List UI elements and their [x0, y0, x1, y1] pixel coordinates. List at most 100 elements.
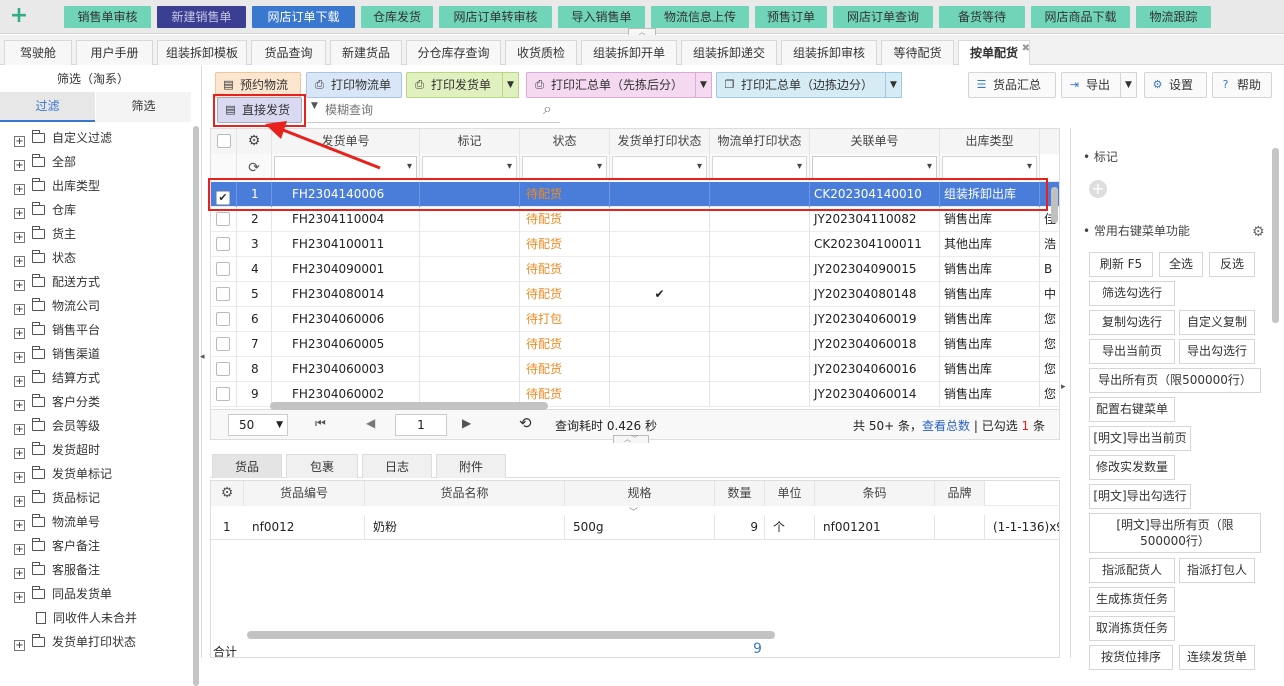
module-online-order-query[interactable]: 网店订单查询: [833, 6, 933, 28]
expand-icon[interactable]: +: [14, 448, 25, 459]
row-checkbox[interactable]: [216, 237, 230, 251]
table-horizontal-scrollbar[interactable]: [270, 402, 548, 410]
sidebar-scrollbar[interactable]: [193, 126, 199, 686]
table-row[interactable]: 4 FH2304090001 待配货 JY202304090015 销售出库 B: [211, 257, 1059, 282]
tab-new-goods[interactable]: 新建货品: [330, 40, 402, 65]
module-online-order-to-review[interactable]: 网店订单转审核: [439, 6, 552, 28]
sidebar-item[interactable]: + 结算方式: [0, 366, 190, 390]
expand-icon[interactable]: +: [14, 304, 25, 315]
context-menu-button[interactable]: 指派打包人: [1179, 558, 1255, 583]
context-menu-button[interactable]: 自定义复制: [1179, 310, 1255, 335]
detail-column-settings-icon[interactable]: ⚙: [211, 481, 244, 506]
print-summary-pick-first-button[interactable]: ⎙ 打印汇总单（先拣后分） ▼: [526, 72, 712, 98]
detail-col-qty[interactable]: 数量: [715, 481, 765, 506]
module-logistics-tracking[interactable]: 物流跟踪: [1136, 6, 1211, 28]
row-checkbox[interactable]: [216, 337, 230, 351]
print-delivery-dropdown-icon[interactable]: ▼: [502, 72, 519, 98]
sidebar-item[interactable]: + 发货单标记: [0, 462, 190, 486]
table-vertical-scrollbar[interactable]: [1051, 187, 1058, 223]
sidebar-item[interactable]: + 货品标记: [0, 486, 190, 510]
select-all-checkbox[interactable]: [216, 134, 231, 148]
expand-icon[interactable]: +: [14, 592, 25, 603]
tab-assembly-create[interactable]: 组装拆卸开单: [581, 40, 677, 65]
expand-icon[interactable]: +: [14, 472, 25, 483]
column-header-order-no[interactable]: 发货单号: [272, 129, 420, 154]
context-menu-button[interactable]: 指派配货人: [1089, 558, 1175, 583]
sidebar-item[interactable]: + 配送方式: [0, 270, 190, 294]
sidebar-item[interactable]: + 同品发货单: [0, 582, 190, 606]
detail-col-unit[interactable]: 单位: [765, 481, 815, 506]
context-menu-button[interactable]: 配置右键菜单: [1089, 397, 1175, 422]
expand-icon[interactable]: +: [14, 496, 25, 507]
expand-icon[interactable]: +: [14, 520, 25, 531]
sidebar-item[interactable]: + 销售渠道: [0, 342, 190, 366]
sidebar-item[interactable]: + 发货超时: [0, 438, 190, 462]
sidebar-tab-screen[interactable]: 筛选: [96, 92, 191, 122]
sidebar-item[interactable]: + 物流单号: [0, 510, 190, 534]
context-menu-button[interactable]: 生成拣货任务: [1089, 587, 1175, 612]
tab-receiving-qc[interactable]: 收货质检: [505, 40, 577, 65]
reload-icon[interactable]: ⟲: [519, 414, 532, 432]
detail-col-brand[interactable]: 品牌: [935, 481, 985, 506]
context-menu-button[interactable]: 导出勾选行: [1179, 339, 1255, 364]
module-online-goods-download[interactable]: 网店商品下载: [1031, 6, 1130, 28]
column-header-logistics-print[interactable]: 物流单打印状态: [710, 129, 810, 154]
tab-goods[interactable]: 货品: [212, 454, 282, 478]
tab-assembly-submit[interactable]: 组装拆卸递交: [681, 40, 777, 65]
context-menu-button[interactable]: 筛选勾选行: [1089, 281, 1175, 306]
search-icon[interactable]: ⌕: [543, 99, 552, 119]
detail-col-barcode[interactable]: 条码: [815, 481, 935, 506]
next-page-icon[interactable]: ▶: [462, 416, 471, 430]
sidebar-item[interactable]: 同收件人未合并: [0, 606, 190, 630]
tab-waiting-picking[interactable]: 等待配货: [881, 40, 954, 65]
goods-summary-button[interactable]: ☰ 货品汇总: [968, 72, 1056, 98]
expand-icon[interactable]: +: [14, 568, 25, 579]
sidebar-item[interactable]: + 出库类型: [0, 174, 190, 198]
sidebar-item[interactable]: + 客服备注: [0, 558, 190, 582]
sidebar-item[interactable]: + 客户分类: [0, 390, 190, 414]
context-menu-button[interactable]: [明文]导出所有页（限500000行）: [1089, 513, 1261, 553]
table-row[interactable]: 7 FH2304060005 待配货 JY202304060018 销售出库您: [211, 332, 1059, 357]
print-delivery-button[interactable]: ⎙ 打印发货单 ▼: [406, 72, 519, 98]
expand-icon[interactable]: +: [14, 544, 25, 555]
tab-package[interactable]: 包裹: [286, 454, 358, 478]
detail-col-name[interactable]: 货品名称: [365, 481, 565, 506]
column-header-status[interactable]: 状态: [520, 129, 610, 154]
table-row[interactable]: 6 FH2304060006 待打包 JY202304060019 销售出库您: [211, 307, 1059, 332]
row-checkbox[interactable]: [216, 262, 230, 276]
tab-attachment[interactable]: 附件: [436, 454, 506, 478]
export-button[interactable]: ⇥ 导出 ▼: [1061, 72, 1137, 98]
sidebar-item[interactable]: + 仓库: [0, 198, 190, 222]
context-menu-button[interactable]: 反选: [1209, 252, 1255, 277]
page-size-select[interactable]: 50 ▼: [228, 414, 288, 436]
sidebar-item[interactable]: + 自定义过滤: [0, 126, 190, 150]
sidebar-item[interactable]: + 发货单打印状态: [0, 630, 190, 654]
table-row[interactable]: 8 FH2304060003 待配货 JY202304060016 销售出库您: [211, 357, 1059, 382]
tab-cockpit[interactable]: 驾驶舱: [4, 40, 72, 65]
summary-pick-while-dropdown-icon[interactable]: ▼: [885, 72, 902, 98]
close-tab-icon[interactable]: ✖: [1022, 37, 1030, 61]
module-warehouse-delivery[interactable]: 仓库发货: [361, 6, 433, 28]
menu-settings-gear-icon[interactable]: ⚙: [1252, 224, 1265, 240]
settings-button[interactable]: ⚙ 设置: [1144, 72, 1207, 98]
search-input[interactable]: [325, 99, 535, 120]
module-sales-review[interactable]: 销售单审核: [64, 6, 151, 28]
expand-icon[interactable]: +: [14, 184, 25, 195]
module-stock-waiting[interactable]: 备货等待: [939, 6, 1025, 28]
column-header-ref-no[interactable]: 关联单号: [810, 129, 940, 154]
export-dropdown-icon[interactable]: ▼: [1120, 72, 1137, 98]
row-checkbox[interactable]: [216, 287, 230, 301]
tab-assembly-review[interactable]: 组装拆卸审核: [781, 40, 877, 65]
add-module-icon[interactable]: +: [8, 3, 30, 29]
collapse-sidebar-icon[interactable]: ◂: [200, 352, 208, 374]
prev-page-icon[interactable]: ◀: [366, 416, 375, 430]
module-presale-order[interactable]: 预售订单: [755, 6, 827, 28]
page-number-input[interactable]: 1: [395, 414, 447, 436]
context-menu-button[interactable]: 修改实发数量: [1089, 455, 1175, 480]
context-menu-button[interactable]: 导出当前页: [1089, 339, 1175, 364]
summary-pick-first-dropdown-icon[interactable]: ▼: [695, 72, 712, 98]
search-mode-dropdown-icon[interactable]: ▼: [311, 101, 318, 111]
add-mark-icon[interactable]: +: [1089, 180, 1107, 198]
expand-icon[interactable]: +: [14, 280, 25, 291]
print-summary-pick-while-button[interactable]: ❐ 打印汇总单（边拣边分） ▼: [716, 72, 902, 98]
